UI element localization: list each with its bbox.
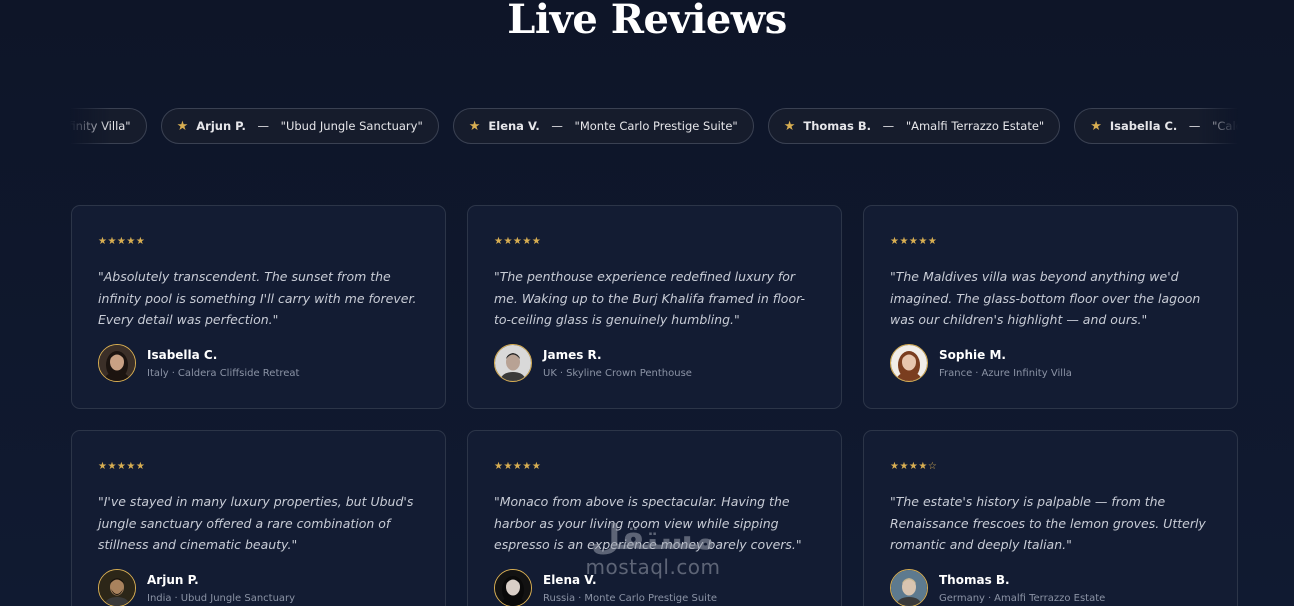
star-icon: ★ bbox=[783, 118, 796, 134]
author-country: India bbox=[147, 592, 172, 604]
author-name: Sophie M. bbox=[939, 347, 1006, 362]
review-card: ★★★★★ "Absolutely transcendent. The sunse… bbox=[71, 205, 446, 409]
review-quote: "The penthouse experience redefined luxu… bbox=[494, 269, 806, 327]
author-property: Azure Infinity Villa bbox=[981, 367, 1072, 379]
rating-stars: ★★★★★ bbox=[494, 461, 542, 472]
review-card: ★★★★☆ "The estate's history is palpable —… bbox=[863, 430, 1238, 606]
review-author: Elena V. Russia · Monte Carlo Prestige Suit… bbox=[494, 569, 717, 606]
review-card: ★★★★★ "I've stayed in many luxury propert… bbox=[71, 430, 446, 606]
ticker-pill: ★ Isabella C. — "Caldera Cliffside Retrea… bbox=[1074, 108, 1238, 144]
author-info: Arjun P. India · Ubud Jungle Sanctuary bbox=[147, 573, 295, 604]
author-meta: UK · Skyline Crown Penthouse bbox=[543, 368, 692, 379]
author-property: Monte Carlo Prestige Suite bbox=[584, 592, 718, 604]
meta-separator: · bbox=[174, 592, 178, 604]
review-card: ★★★★★ "The penthouse experience redefined… bbox=[467, 205, 842, 409]
author-meta: Germany · Amalfi Terrazzo Estate bbox=[939, 593, 1105, 604]
author-meta: India · Ubud Jungle Sanctuary bbox=[147, 593, 295, 604]
avatar bbox=[890, 344, 928, 382]
ticker-property: "Ubud Jungle Sanctuary" bbox=[280, 119, 423, 133]
avatar bbox=[494, 569, 532, 606]
author-property: Caldera Cliffside Retreat bbox=[177, 367, 300, 379]
review-author: Thomas B. Germany · Amalfi Terrazzo Estate bbox=[890, 569, 1105, 606]
author-meta: Italy · Caldera Cliffside Retreat bbox=[147, 368, 299, 379]
reviews-page: Live Reviews "Azure Infinity Villa" ★ Arju… bbox=[0, 0, 1294, 606]
author-info: Sophie M. France · Azure Infinity Villa bbox=[939, 348, 1072, 379]
author-property: Amalfi Terrazzo Estate bbox=[994, 592, 1106, 604]
ticker-guest-name: Elena V. bbox=[488, 119, 540, 133]
avatar bbox=[98, 344, 136, 382]
rating-stars: ★★★★★ bbox=[98, 461, 146, 472]
ticker-property: "Amalfi Terrazzo Estate" bbox=[905, 119, 1045, 133]
author-country: Italy bbox=[147, 367, 169, 379]
author-name: Elena V. bbox=[543, 572, 597, 587]
review-quote: "I've stayed in many luxury properties, … bbox=[98, 494, 414, 552]
meta-separator: · bbox=[559, 367, 564, 379]
avatar bbox=[494, 344, 532, 382]
rating-stars: ★★★★★ bbox=[494, 236, 542, 247]
star-icon: ★ bbox=[1090, 118, 1102, 134]
meta-separator: · bbox=[171, 367, 175, 379]
ticker-guest-name: Isabella C. bbox=[1109, 119, 1178, 133]
ticker-pill: ★ Elena V. — "Monte Carlo Prestige Suite" bbox=[452, 108, 754, 144]
ticker-property: "Caldera Cliffside Retreat" bbox=[1212, 119, 1238, 133]
author-country: Russia bbox=[543, 592, 576, 604]
star-icon: ★ bbox=[176, 118, 189, 134]
review-author: Isabella C. Italy · Caldera Cliffside Retre… bbox=[98, 344, 299, 382]
meta-separator: · bbox=[987, 592, 992, 604]
meta-separator: · bbox=[578, 592, 582, 604]
author-meta: France · Azure Infinity Villa bbox=[939, 368, 1072, 379]
review-quote: "Monaco from above is spectacular. Havin… bbox=[494, 494, 802, 552]
review-quote: "Absolutely transcendent. The sunset fro… bbox=[98, 269, 417, 327]
author-property: Ubud Jungle Sanctuary bbox=[180, 592, 296, 604]
author-name: Thomas B. bbox=[939, 572, 1010, 587]
star-icon: ★ bbox=[468, 118, 481, 134]
ticker-property: "Azure Infinity Villa" bbox=[70, 119, 131, 133]
section-title: Live Reviews bbox=[507, 0, 787, 43]
author-property: Skyline Crown Penthouse bbox=[566, 367, 692, 379]
review-card: ★★★★★ "The Maldives villa was beyond anyt… bbox=[863, 205, 1238, 409]
review-quote: "The Maldives villa was beyond anything … bbox=[890, 269, 1201, 327]
rating-stars: ★★★★★ bbox=[98, 236, 146, 247]
ticker-track: "Azure Infinity Villa" ★ Arjun P. — "Ubud … bbox=[70, 108, 1238, 144]
rating-stars: ★★★★☆ bbox=[890, 461, 938, 472]
review-author: Arjun P. India · Ubud Jungle Sanctuary bbox=[98, 569, 295, 606]
ticker-guest-name: Thomas B. bbox=[803, 119, 872, 133]
ticker-separator: — bbox=[547, 119, 567, 133]
author-info: Elena V. Russia · Monte Carlo Prestige Suit… bbox=[543, 573, 717, 604]
author-name: James R. bbox=[543, 347, 602, 362]
author-name: Isabella C. bbox=[147, 347, 218, 362]
review-card: ★★★★★ "Monaco from above is spectacular. … bbox=[467, 430, 842, 606]
ticker-pill: ★ Thomas B. — "Amalfi Terrazzo Estate" bbox=[767, 108, 1061, 144]
avatar bbox=[890, 569, 928, 606]
author-country: UK bbox=[543, 367, 557, 379]
reviews-ticker: "Azure Infinity Villa" ★ Arjun P. — "Ubud … bbox=[70, 108, 1238, 146]
ticker-separator: — bbox=[1185, 119, 1205, 133]
ticker-separator: — bbox=[879, 119, 898, 133]
review-author: James R. UK · Skyline Crown Penthouse bbox=[494, 344, 692, 382]
author-name: Arjun P. bbox=[147, 572, 199, 587]
author-info: Isabella C. Italy · Caldera Cliffside Retre… bbox=[147, 348, 299, 379]
ticker-property: "Monte Carlo Prestige Suite" bbox=[574, 119, 738, 133]
author-info: James R. UK · Skyline Crown Penthouse bbox=[543, 348, 692, 379]
ticker-separator: — bbox=[253, 119, 273, 133]
ticker-pill: ★ Arjun P. — "Ubud Jungle Sanctuary" bbox=[160, 108, 439, 144]
meta-separator: · bbox=[975, 367, 979, 379]
rating-stars: ★★★★★ bbox=[890, 236, 938, 247]
author-country: Germany bbox=[939, 592, 985, 604]
review-author: Sophie M. France · Azure Infinity Villa bbox=[890, 344, 1072, 382]
ticker-pill: "Azure Infinity Villa" bbox=[70, 108, 147, 144]
author-meta: Russia · Monte Carlo Prestige Suite bbox=[543, 593, 717, 604]
author-country: France bbox=[939, 367, 973, 379]
ticker-guest-name: Arjun P. bbox=[196, 119, 246, 133]
avatar bbox=[98, 569, 136, 606]
review-quote: "The estate's history is palpable — from… bbox=[890, 494, 1206, 552]
author-info: Thomas B. Germany · Amalfi Terrazzo Estate bbox=[939, 573, 1105, 604]
